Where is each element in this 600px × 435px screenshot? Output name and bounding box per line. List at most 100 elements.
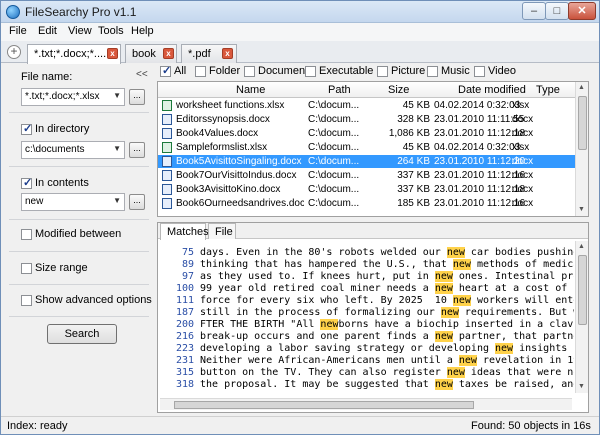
matches-scrollbar[interactable]: ▲ ▼ [575, 241, 588, 393]
filter-video-checkbox[interactable] [474, 66, 485, 77]
match-text: force for every six who left. By 2025 10 [200, 295, 453, 306]
table-row[interactable]: Book4Values.docx C:\docum... 1,086 KB 23.01… [158, 127, 578, 140]
tab-search-1[interactable]: *.txt;*.docx;*.... x [27, 44, 121, 64]
menu-view[interactable]: View [68, 25, 92, 37]
column-size[interactable]: Size [388, 84, 409, 96]
match-text: as they used to. If knees hurt, put in [200, 271, 435, 282]
match-line[interactable]: 318 the proposal. It may be suggested tha… [162, 379, 574, 391]
in-directory-label: In directory [35, 123, 90, 135]
line-number: 187 [175, 307, 194, 318]
cell-date: 04.02.2014 0:32:03 [434, 142, 521, 153]
contents-combo[interactable]: new ▼ [21, 193, 125, 211]
table-row[interactable]: Editorssynopsis.docx C:\docum... 328 KB 23.… [158, 113, 578, 126]
match-highlight: new [434, 271, 453, 282]
filter-executable-checkbox[interactable] [305, 66, 316, 77]
match-line[interactable]: 231 Neither were African-Americans men un… [162, 355, 574, 367]
close-tab-icon[interactable]: x [163, 48, 174, 59]
directory-value: c:\documents [25, 144, 85, 155]
filter-picture-label: Picture [391, 65, 426, 77]
match-line[interactable]: 187 still in the process of formalizing o… [162, 307, 574, 319]
hscroll-thumb[interactable] [174, 401, 474, 409]
column-date-modified[interactable]: Date modified [458, 84, 526, 96]
directory-browse-button[interactable]: ... [129, 142, 145, 158]
table-row[interactable]: Book7OurVisittoIndus.docx C:\docum... 337 … [158, 169, 578, 182]
contents-options-button[interactable]: ... [129, 194, 145, 210]
match-line[interactable]: 216 break-up occurs and one parent finds … [162, 331, 574, 343]
scroll-down-icon[interactable]: ▼ [578, 206, 585, 213]
scroll-up-icon[interactable]: ▲ [578, 243, 585, 250]
close-tab-icon[interactable]: x [107, 48, 118, 59]
column-type[interactable]: Type [536, 84, 560, 96]
match-line[interactable]: 75 days. Even in the 80's robots welded o… [162, 247, 574, 259]
line-number: 216 [175, 331, 194, 342]
menu-tools[interactable]: Tools [98, 25, 124, 37]
filter-folder-checkbox[interactable] [195, 66, 206, 77]
tab-file[interactable]: File [208, 223, 236, 239]
cell-name: Book6Ourneedsandrives.docx [176, 198, 304, 209]
line-number: 200 [175, 319, 194, 330]
filter-all-checkbox[interactable] [160, 64, 171, 77]
scroll-thumb[interactable] [578, 96, 587, 150]
line-number: 75 [181, 247, 194, 258]
filename-value: *.txt;*.docx;*.xlsx [25, 91, 100, 102]
scroll-thumb[interactable] [578, 255, 587, 325]
minimize-button[interactable]: – [522, 2, 546, 20]
match-line[interactable]: 315 button on the TV. They can also regis… [162, 367, 574, 379]
match-line[interactable]: 200 FTER THE BIRTH "All newborns have a b… [162, 319, 574, 331]
filter-picture-checkbox[interactable] [377, 66, 388, 77]
tab-search-2[interactable]: book x [125, 44, 177, 63]
table-row[interactable]: Sampleformslist.xlsx C:\docum... 45 KB 04.0… [158, 141, 578, 154]
match-line[interactable]: 111 force for every six who left. By 2025… [162, 295, 574, 307]
cell-type: xlsx [512, 100, 530, 111]
filter-document-checkbox[interactable] [244, 66, 255, 77]
match-highlight: new [446, 247, 465, 258]
table-row[interactable]: Book5AvisittoSingaling.docx C:\docum... 26… [158, 155, 578, 168]
size-range-checkbox[interactable] [21, 263, 32, 274]
filename-browse-button[interactable]: ... [129, 89, 145, 105]
table-row[interactable]: worksheet functions.xlsx C:\docum... 45 KB… [158, 99, 578, 112]
tab-matches[interactable]: Matches [160, 223, 209, 240]
directory-combo[interactable]: c:\documents ▼ [21, 141, 125, 159]
add-tab-icon[interactable]: + [7, 45, 21, 59]
cell-path: C:\docum... [308, 114, 360, 125]
cell-name: Sampleformslist.xlsx [176, 142, 268, 153]
divider [9, 219, 149, 220]
in-directory-checkbox[interactable] [21, 122, 32, 135]
column-name[interactable]: Name [236, 84, 265, 96]
matches-hscrollbar[interactable] [160, 398, 572, 410]
advanced-options-checkbox[interactable] [21, 295, 32, 306]
match-line[interactable]: 89 thinking that has hampered the U.S., t… [162, 259, 574, 271]
match-line[interactable]: 97 as they used to. If knees hurt, put in… [162, 271, 574, 283]
results-scrollbar[interactable]: ▲ ▼ [575, 82, 588, 216]
menu-edit[interactable]: Edit [38, 25, 57, 37]
preview-pane: Matches File 75 days. Even in the 80's ro… [157, 222, 589, 413]
table-row[interactable]: Book6Ourneedsandrives.docx C:\docum... 185… [158, 197, 578, 210]
maximize-button[interactable]: □ [545, 2, 569, 20]
search-button[interactable]: Search [47, 324, 117, 344]
column-path[interactable]: Path [328, 84, 351, 96]
filename-combo[interactable]: *.txt;*.docx;*.xlsx ▼ [21, 88, 125, 106]
type-filter-bar: All Folder Document Executable Picture M… [157, 63, 589, 81]
in-contents-label: In contents [35, 177, 89, 189]
cell-size: 328 KB [397, 114, 430, 125]
match-line[interactable]: 223 developing a labor saving strategy or… [162, 343, 574, 355]
match-line[interactable]: 100 99 year old retired coal miner needs … [162, 283, 574, 295]
matches-list: 75 days. Even in the 80's robots welded o… [162, 247, 574, 391]
table-row[interactable]: Book3AvisittoKino.docx C:\docum... 337 KB 2… [158, 183, 578, 196]
divider [9, 112, 149, 113]
in-contents-checkbox[interactable] [21, 176, 32, 189]
collapse-panel-icon[interactable]: << [136, 69, 148, 80]
modified-between-checkbox[interactable] [21, 229, 32, 240]
document-file-icon [162, 128, 172, 139]
scroll-up-icon[interactable]: ▲ [578, 84, 585, 91]
menu-file[interactable]: File [9, 25, 27, 37]
menu-help[interactable]: Help [131, 25, 154, 37]
tab-search-3[interactable]: *.pdf x [181, 44, 237, 63]
close-tab-icon[interactable]: x [222, 48, 233, 59]
close-button[interactable]: ✕ [568, 2, 596, 20]
tab-label: *.txt;*.docx;*.... [34, 48, 107, 60]
filter-music-checkbox[interactable] [427, 66, 438, 77]
scroll-down-icon[interactable]: ▼ [578, 383, 585, 390]
line-number: 97 [181, 271, 194, 282]
filter-folder-label: Folder [209, 65, 241, 77]
